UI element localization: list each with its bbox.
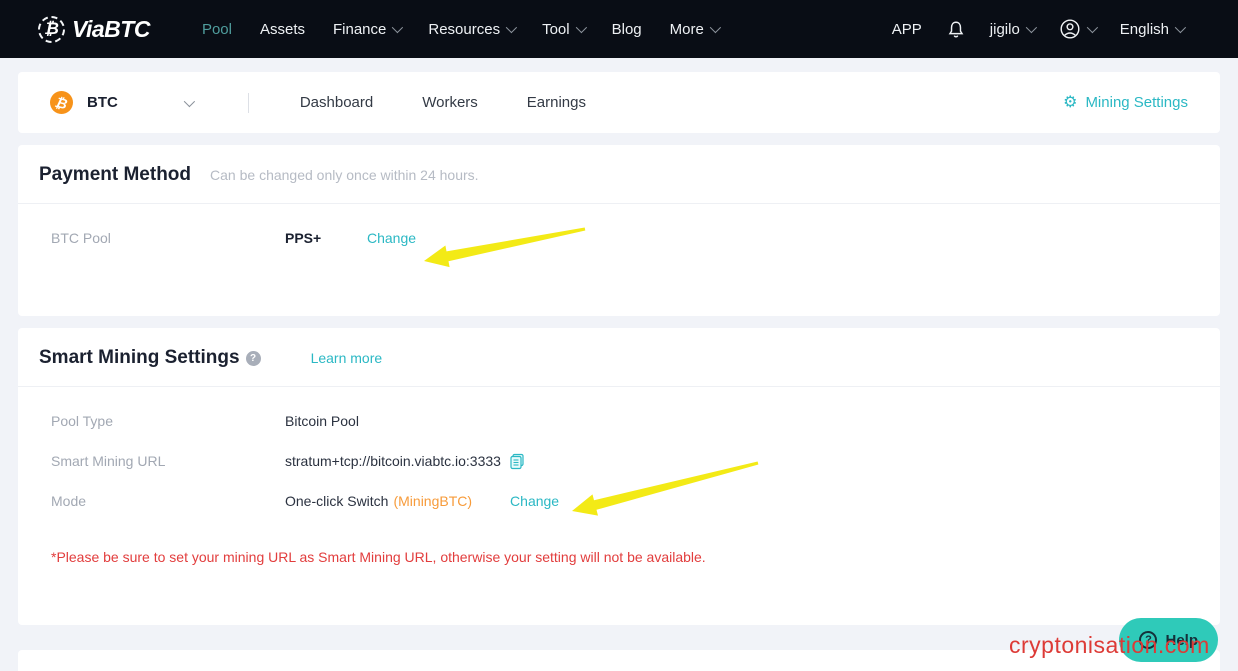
mode-change-link[interactable]: Change [510, 493, 559, 509]
divider [247, 92, 249, 113]
navbar-right: APP jigilo English [892, 18, 1187, 40]
nav-item-resources[interactable]: Resources [428, 21, 518, 38]
copy-icon[interactable] [509, 453, 526, 470]
nav-item-tool[interactable]: Tool [542, 21, 587, 38]
smart-mining-url-value: stratum+tcp://bitcoin.viabtc.io:3333 [285, 453, 501, 469]
smart-mining-warning: *Please be sure to set your mining URL a… [51, 549, 706, 565]
top-navbar: ₿ ViaBTC Pool Assets Finance Resources T… [0, 0, 1238, 58]
chevron-down-icon [575, 21, 587, 34]
mode-label: Mode [51, 493, 87, 509]
gear-icon: ⚙ [1063, 93, 1078, 111]
learn-more-link[interactable]: Learn more [311, 350, 383, 366]
avatar-icon [1060, 19, 1080, 39]
payment-change-link[interactable]: Change [367, 230, 416, 246]
viabtc-logo[interactable]: ₿ ViaBTC [38, 15, 150, 43]
chevron-down-icon [183, 95, 195, 107]
username-label: jigilo [989, 20, 1020, 38]
payment-method-header: Payment Method Can be changed only once … [18, 145, 1220, 204]
coin-label: BTC [87, 94, 118, 111]
nav-item-assets[interactable]: Assets [260, 21, 305, 38]
chevron-down-icon [1025, 21, 1037, 34]
smart-mining-url-row: Smart Mining URL stratum+tcp://bitcoin.v… [51, 441, 1187, 481]
mode-row: Mode One-click Switch (MiningBTC) Change [51, 481, 1187, 521]
payment-method-note: Can be changed only once within 24 hours… [210, 167, 479, 183]
help-question-icon[interactable]: ? [245, 350, 261, 366]
account-menu[interactable] [1059, 18, 1098, 40]
nav-item-more[interactable]: More [670, 21, 721, 38]
smart-mining-body: Pool Type Bitcoin Pool Smart Mining URL … [18, 387, 1220, 625]
watermark-text: cryptonisation.com [1009, 632, 1210, 658]
bitcoin-icon: ₿ [50, 91, 73, 114]
chevron-down-icon [392, 21, 404, 34]
mode-value-accent: (MiningBTC) [393, 493, 473, 509]
smart-mining-url-label: Smart Mining URL [51, 453, 166, 469]
smart-mining-header: Smart Mining Settings ? Learn more [18, 328, 1220, 387]
subnav-tabs: Dashboard Workers Earnings [300, 94, 586, 111]
language-label: English [1119, 20, 1169, 38]
mining-settings-label: Mining Settings [1085, 94, 1188, 111]
pool-type-value: Bitcoin Pool [285, 413, 359, 429]
bell-icon [948, 21, 964, 38]
mining-settings-button[interactable]: ⚙ Mining Settings [1063, 94, 1188, 111]
pool-subnav: ₿ BTC Dashboard Workers Earnings ⚙ Minin… [18, 72, 1220, 133]
payment-method-title: Payment Method [39, 164, 192, 185]
nav-item-finance[interactable]: Finance [333, 21, 404, 38]
payment-method-value: PPS+ [285, 230, 322, 246]
pool-type-row: Pool Type Bitcoin Pool [51, 401, 1187, 441]
user-menu[interactable]: jigilo [989, 20, 1037, 38]
chevron-down-icon [505, 21, 518, 34]
viabtc-logo-icon: ₿ [38, 15, 65, 43]
btc-pool-row: BTC Pool PPS+ Change [51, 218, 1187, 258]
nav-item-blog[interactable]: Blog [612, 21, 642, 38]
tab-earnings[interactable]: Earnings [527, 94, 586, 111]
btc-pool-label: BTC Pool [51, 230, 111, 246]
payment-method-section: Payment Method Can be changed only once … [18, 145, 1220, 316]
notification-bell-icon[interactable] [947, 20, 965, 39]
payment-method-body: BTC Pool PPS+ Change [18, 204, 1220, 316]
smart-mining-section: Smart Mining Settings ? Learn more Pool … [18, 328, 1220, 625]
pool-type-label: Pool Type [51, 413, 114, 429]
language-selector[interactable]: English [1119, 20, 1187, 38]
app-link[interactable]: APP [892, 21, 922, 38]
chevron-down-icon [709, 21, 721, 34]
coin-selector[interactable]: ₿ BTC [50, 91, 195, 114]
mode-value: One-click Switch [285, 493, 389, 509]
tab-workers[interactable]: Workers [422, 94, 478, 111]
nav-item-pool[interactable]: Pool [202, 21, 232, 38]
chevron-down-icon [1086, 21, 1098, 34]
tab-dashboard[interactable]: Dashboard [300, 94, 373, 111]
smart-mining-title: Smart Mining Settings [39, 347, 240, 368]
viabtc-logo-text: ViaBTC [72, 15, 150, 42]
main-nav: Pool Assets Finance Resources Tool Blog … [202, 21, 721, 38]
chevron-down-icon [1174, 21, 1187, 34]
